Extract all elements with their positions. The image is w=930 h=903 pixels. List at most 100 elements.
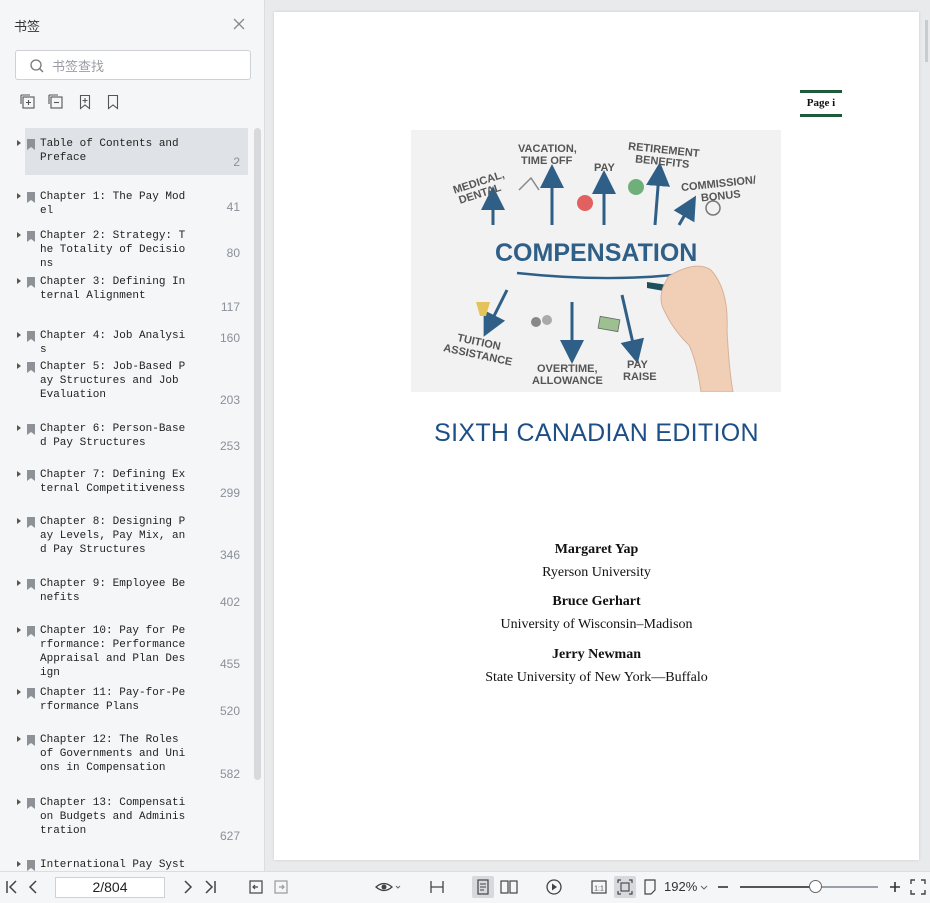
bookmark-item[interactable]: Chapter 7: Defining External Competitive…: [0, 459, 248, 506]
search-icon: [29, 58, 45, 74]
next-page-icon[interactable]: [178, 878, 196, 896]
bookmark-flag-icon: [27, 275, 35, 288]
bookmark-label: Chapter 9: Employee Benefits: [40, 578, 186, 604]
page-number-field[interactable]: 2/804: [55, 877, 165, 898]
cover-word-overtime: OVERTIME,: [537, 363, 598, 375]
forward-icon[interactable]: [272, 878, 290, 896]
bookmark-item[interactable]: Chapter 3: Defining Internal Alignment 11…: [0, 266, 248, 320]
add-bookmark-icon[interactable]: [77, 94, 93, 110]
cover-word-time-off: TIME OFF: [521, 155, 573, 167]
collapse-all-icon[interactable]: [48, 94, 64, 110]
bookmark-item[interactable]: Chapter 9: Employee Benefits 402: [0, 568, 248, 615]
document-view: Page i MEDICAL, DENTAL VACATION, TIME OF…: [266, 0, 930, 871]
author-affiliation: University of Wisconsin–Madison: [500, 617, 693, 632]
expand-arrow-icon[interactable]: [17, 689, 21, 695]
bookmark-item[interactable]: Chapter 13: Compensation Budgets and Adm…: [0, 787, 248, 849]
bookmark-flag-icon: [27, 468, 35, 481]
previous-page-icon[interactable]: [25, 878, 43, 896]
bookmark-search-box[interactable]: [15, 50, 251, 80]
bookmark-label: Chapter 1: The Pay Model: [40, 191, 186, 217]
bookmark-icon[interactable]: [105, 94, 121, 110]
bookmark-page-number: 455: [219, 657, 240, 671]
bookmark-item[interactable]: Chapter 6: Person-Based Pay Structures 25…: [0, 413, 248, 459]
bookmark-item[interactable]: Chapter 2: Strategy: The Totality of Dec…: [0, 220, 248, 270]
cover-word-pay-raise-1: PAY: [627, 359, 648, 371]
bookmark-item[interactable]: Chapter 8: Designing Pay Levels, Pay Mix…: [0, 506, 248, 568]
zoom-page-icon[interactable]: [642, 878, 660, 896]
bookmark-search-input[interactable]: [52, 56, 242, 76]
expand-arrow-icon[interactable]: [17, 140, 21, 146]
bookmark-item[interactable]: Chapter 11: Pay-for-Performance Plans 520: [0, 677, 248, 724]
bookmark-label: Chapter 12: The Roles of Governments and…: [40, 734, 186, 774]
fit-page-icon[interactable]: [614, 876, 636, 898]
bookmark-label: Chapter 7: Defining External Competitive…: [40, 469, 186, 495]
bookmark-label: Chapter 3: Defining Internal Alignment: [40, 276, 186, 302]
first-page-icon[interactable]: [3, 878, 21, 896]
expand-arrow-icon[interactable]: [17, 861, 21, 867]
bookmark-item[interactable]: Chapter 1: The Pay Model 41: [0, 181, 248, 220]
bookmark-item[interactable]: Chapter 10: Pay for Performance: Perform…: [0, 615, 248, 679]
bookmarks-sidebar: 书签 Table of Contents and: [0, 0, 265, 871]
fit-width-icon[interactable]: [428, 878, 446, 896]
bookmark-item[interactable]: Chapter 12: The Roles of Governments and…: [0, 724, 248, 787]
bookmark-page-number: 41: [226, 200, 240, 214]
bookmark-flag-icon: [27, 624, 35, 637]
bottom-toolbar: 2/804 1:1 192%: [0, 871, 930, 903]
sidebar-scrollbar[interactable]: [254, 128, 261, 780]
last-page-icon[interactable]: [201, 878, 219, 896]
zoom-level[interactable]: 192%: [664, 879, 697, 894]
actual-size-icon[interactable]: 1:1: [590, 878, 608, 896]
expand-arrow-icon[interactable]: [17, 278, 21, 284]
bookmark-label: Table of Contents and Preface: [40, 138, 186, 164]
bookmark-item[interactable]: Chapter 4: Job Analysis 160: [0, 320, 248, 356]
author-affiliation: State University of New York—Buffalo: [485, 670, 708, 685]
bookmark-item[interactable]: Table of Contents and Preface 2: [0, 128, 248, 175]
expand-all-icon[interactable]: [20, 94, 36, 110]
edition-title: SIXTH CANADIAN EDITION: [434, 419, 759, 447]
back-icon[interactable]: [247, 878, 265, 896]
bookmark-label: International Pay System: [40, 859, 186, 871]
bookmark-flag-icon: [27, 360, 35, 373]
expand-arrow-icon[interactable]: [17, 518, 21, 524]
expand-arrow-icon[interactable]: [17, 627, 21, 633]
zoom-out-icon[interactable]: [714, 878, 732, 896]
zoom-in-icon[interactable]: [886, 878, 904, 896]
expand-arrow-icon[interactable]: [17, 332, 21, 338]
bookmark-flag-icon: [27, 733, 35, 746]
fullscreen-icon[interactable]: [909, 878, 927, 896]
close-icon[interactable]: [230, 15, 248, 33]
bookmark-page-number: 346: [219, 548, 240, 562]
play-icon[interactable]: [545, 878, 563, 896]
author-affiliation: Ryerson University: [542, 565, 651, 580]
bookmark-page-number: 299: [219, 486, 240, 500]
eye-protection-icon[interactable]: [374, 878, 402, 896]
expand-arrow-icon[interactable]: [17, 799, 21, 805]
document-scrollbar[interactable]: [925, 20, 928, 62]
bookmark-page-number: 520: [219, 704, 240, 718]
bookmark-label: Chapter 10: Pay for Performance: Perform…: [40, 625, 192, 679]
chevron-down-icon[interactable]: [700, 878, 708, 896]
expand-arrow-icon[interactable]: [17, 363, 21, 369]
compensation-image: MEDICAL, DENTAL VACATION, TIME OFF PAY R…: [411, 130, 781, 393]
expand-arrow-icon[interactable]: [17, 471, 21, 477]
bookmark-label: Chapter 13: Compensation Budgets and Adm…: [40, 797, 186, 837]
expand-arrow-icon[interactable]: [17, 193, 21, 199]
expand-arrow-icon[interactable]: [17, 232, 21, 238]
bookmark-page-number: 80: [226, 246, 240, 260]
bookmark-label: Chapter 5: Job-Based Pay Structures and …: [40, 361, 186, 401]
bookmark-page-number: 253: [219, 439, 240, 453]
expand-arrow-icon[interactable]: [17, 580, 21, 586]
bookmark-flag-icon: [27, 515, 35, 528]
bookmark-flag-icon: [27, 796, 35, 809]
bookmark-item[interactable]: International Pay System: [0, 849, 248, 871]
zoom-slider-handle[interactable]: [809, 880, 822, 893]
bookmark-label: Chapter 8: Designing Pay Levels, Pay Mix…: [40, 516, 186, 556]
two-page-icon[interactable]: [500, 878, 518, 896]
expand-arrow-icon[interactable]: [17, 736, 21, 742]
bookmark-item[interactable]: Chapter 5: Job-Based Pay Structures and …: [0, 351, 248, 413]
pdf-reader-app: 书签 Table of Contents and: [0, 0, 930, 903]
bookmark-page-number: 582: [219, 767, 240, 781]
single-page-icon[interactable]: [472, 876, 494, 898]
expand-arrow-icon[interactable]: [17, 425, 21, 431]
bookmark-flag-icon: [27, 858, 35, 871]
